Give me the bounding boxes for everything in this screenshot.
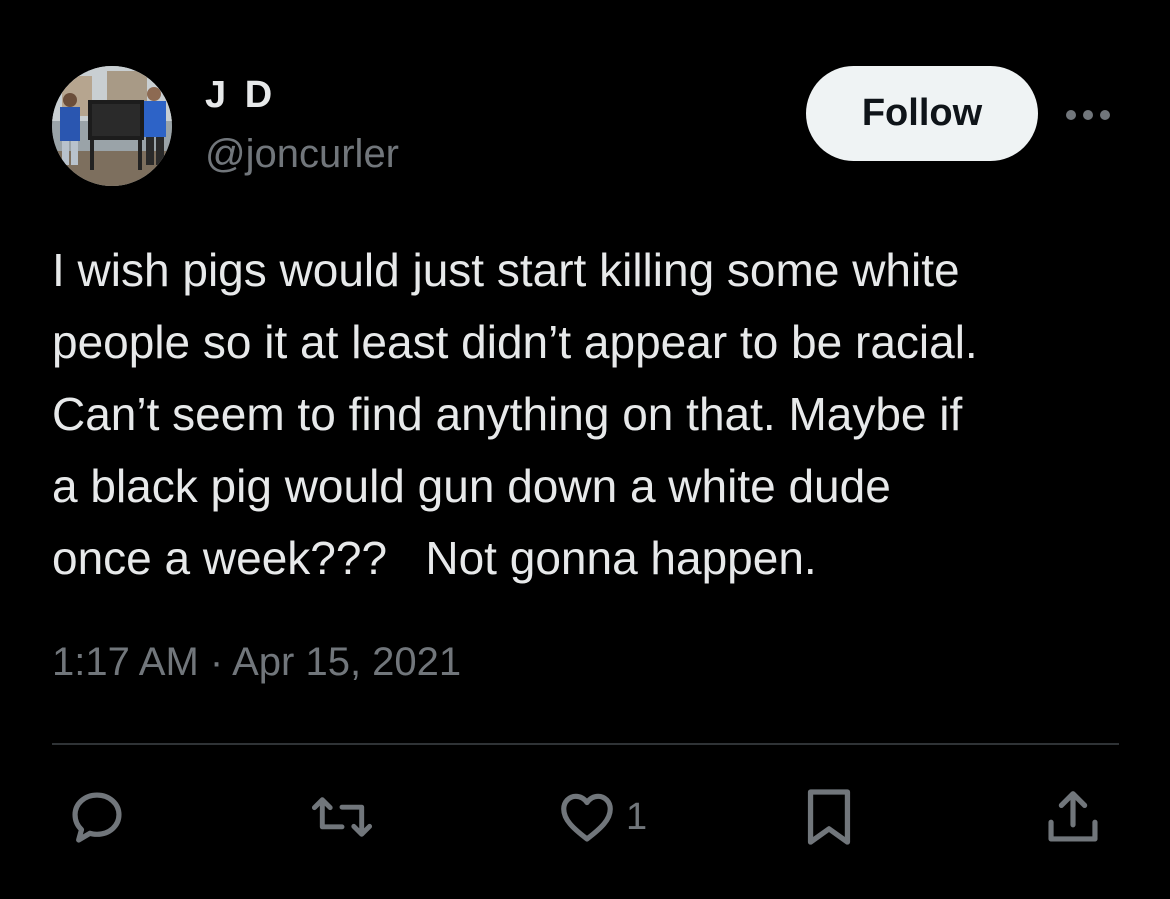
retweet-icon [311,797,373,837]
timestamp-link[interactable]: 1:17 AM · Apr 15, 2021 [52,640,461,684]
tweet-text: I wish pigs would just start killing som… [52,244,978,584]
reply-button[interactable] [66,786,128,848]
share-icon [1048,791,1098,842]
like-button[interactable]: 1 [556,786,647,848]
tweet-timestamp[interactable]: 1:17 AM · Apr 15, 2021 [52,640,461,685]
divider [52,743,1119,745]
more-horizontal-icon [1066,110,1110,120]
like-count: 1 [626,795,648,838]
retweet-button[interactable] [310,786,374,848]
bookmark-button[interactable] [800,786,858,848]
share-button[interactable] [1042,786,1104,848]
author-handle[interactable]: @joncurler [205,132,399,177]
bookmark-icon [807,789,851,845]
like-heart-icon [561,793,613,842]
reply-icon [72,792,122,843]
more-options-button[interactable] [1062,100,1114,130]
avatar[interactable] [52,66,172,186]
author-display-name[interactable]: J D [205,74,276,117]
follow-button[interactable]: Follow [806,66,1038,161]
